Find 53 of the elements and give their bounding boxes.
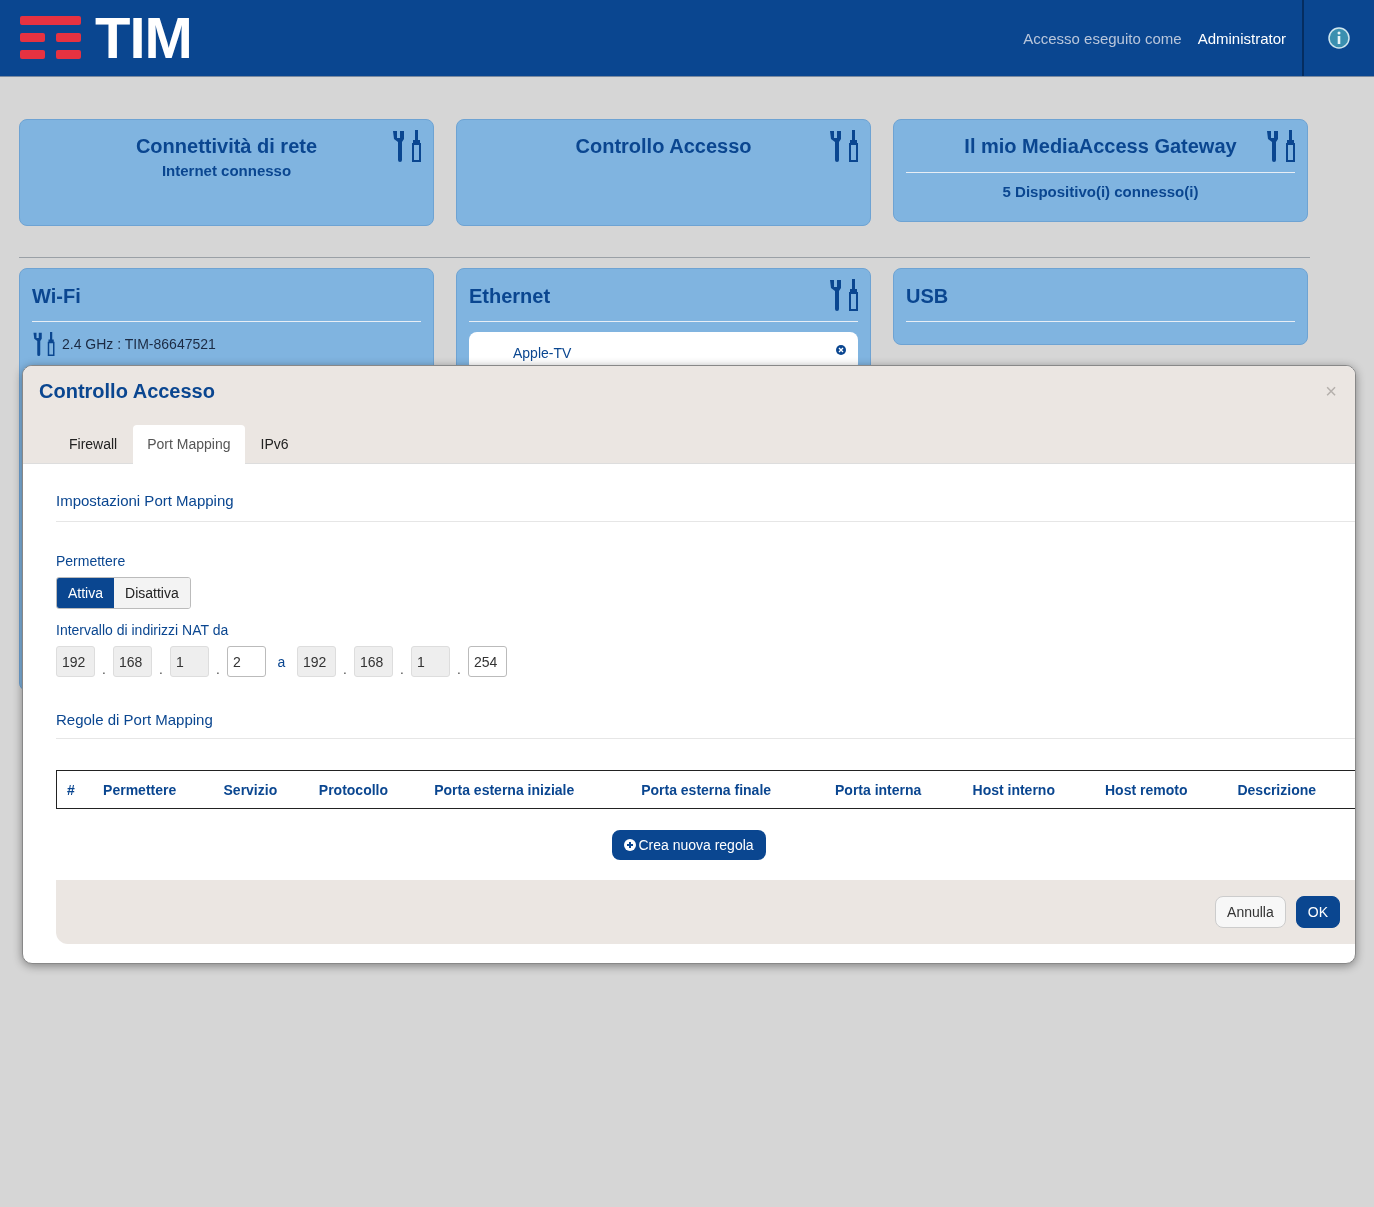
section-heading: Regole di Port Mapping	[56, 711, 214, 728]
field-label: Intervallo di indirizzi NAT da	[56, 622, 229, 638]
ip-octet-field[interactable]: 254	[468, 646, 507, 677]
dot-separator: .	[101, 663, 107, 677]
dot-separator: .	[456, 663, 462, 677]
column-header: Protocollo	[308, 770, 425, 809]
column-header: Host remoto	[1095, 770, 1228, 809]
field-label: Permettere	[56, 553, 126, 569]
tools-icon	[32, 332, 56, 356]
tab[interactable]: IPv6	[246, 425, 303, 464]
column-header: Servizio	[213, 770, 309, 809]
dot-separator: .	[399, 663, 405, 677]
column-header: Porta esterna finale	[631, 770, 825, 809]
card-title: Connettività di rete	[135, 134, 318, 158]
column-header: Descrizione	[1227, 770, 1355, 809]
column-header: #	[56, 770, 94, 809]
dialog-title: Controllo Accesso	[39, 380, 215, 403]
card-title: Il mio MediaAccess Gateway	[964, 134, 1237, 158]
new-rule-button[interactable]: Crea nuova regola	[612, 830, 766, 860]
card-subtitle: 5 Dispositivo(i) connesso(i)	[1002, 183, 1199, 200]
cancel-button[interactable]: Annulla	[1215, 896, 1286, 928]
info-card[interactable]: USB	[893, 268, 1308, 345]
dot-separator: .	[215, 663, 221, 677]
column-header: Porta interna	[825, 770, 963, 809]
card-title: Wi-Fi	[32, 284, 81, 308]
logo-stripes-icon	[20, 16, 81, 60]
ok-button[interactable]: OK	[1295, 896, 1340, 928]
card-title: USB	[906, 284, 949, 308]
info-card[interactable]: Il mio MediaAccess Gateway 5 Dispositivo(i) connesso(i)	[893, 119, 1308, 222]
wifi-network-label: 2.4 GHz : TIM-86647521	[62, 336, 216, 352]
toggle-option[interactable]: Disattiva	[114, 578, 190, 608]
plus-circle-icon	[624, 839, 637, 851]
tab[interactable]: Firewall	[55, 425, 132, 464]
login-status: Accesso eseguito come	[1023, 29, 1182, 47]
logo-text: TIM	[95, 9, 192, 67]
tab[interactable]: Port Mapping	[133, 425, 245, 464]
card-title: Controllo Accesso	[575, 134, 752, 158]
info-icon[interactable]	[1328, 27, 1350, 49]
info-card[interactable]: Controllo Accesso	[456, 119, 871, 226]
user-name: Administrator	[1197, 29, 1286, 47]
column-header: Permettere	[93, 770, 214, 809]
dot-separator: .	[158, 663, 164, 677]
close-icon[interactable]	[836, 345, 846, 355]
ip-octet-field[interactable]: 2	[227, 646, 266, 677]
toggle-option[interactable]: Attiva	[57, 578, 114, 608]
card-title: Ethernet	[469, 284, 551, 308]
section-heading: Impostazioni Port Mapping	[56, 492, 235, 509]
range-separator: a	[276, 653, 287, 670]
card-subtitle: Internet connesso	[161, 162, 292, 179]
column-header: Porta esterna iniziale	[424, 770, 632, 809]
info-card[interactable]: Connettività di rete Internet connesso	[19, 119, 434, 226]
dot-separator: .	[342, 663, 348, 677]
column-header: Host interno	[962, 770, 1095, 809]
